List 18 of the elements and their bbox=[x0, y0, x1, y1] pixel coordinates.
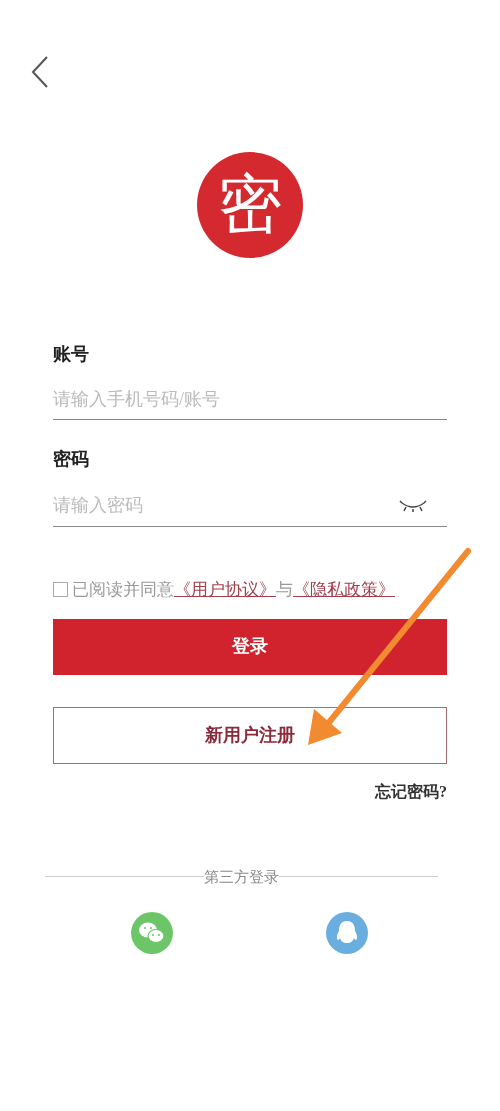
back-icon[interactable] bbox=[30, 55, 50, 89]
login-button[interactable]: 登录 bbox=[53, 618, 447, 675]
logo: 密 bbox=[197, 152, 303, 258]
field-label: 账号 bbox=[53, 343, 90, 366]
third-party-login-title: 第三方登录 bbox=[204, 867, 279, 887]
user-agreement-link[interactable]: 《用户协议》 bbox=[174, 577, 276, 603]
register-button[interactable]: 新用户注册 bbox=[53, 706, 447, 764]
privacy-policy-link[interactable]: 《隐私政策》 bbox=[293, 577, 395, 603]
agreement-text: 已阅读并同意 bbox=[72, 579, 174, 601]
account-field[interactable]: 请输入手机号码/账号 bbox=[53, 380, 447, 420]
password-field[interactable]: 请输入密码 bbox=[53, 485, 399, 526]
field-label: 密码 bbox=[53, 448, 90, 471]
forgot-password-link[interactable]: 忘记密码? bbox=[375, 779, 447, 804]
closed-eye-icon[interactable] bbox=[399, 498, 427, 513]
penguin-icon[interactable] bbox=[326, 912, 368, 954]
agreement-checkbox[interactable] bbox=[53, 582, 68, 598]
agreement-text: 与 bbox=[276, 579, 293, 601]
wechat-icon[interactable] bbox=[131, 912, 173, 954]
